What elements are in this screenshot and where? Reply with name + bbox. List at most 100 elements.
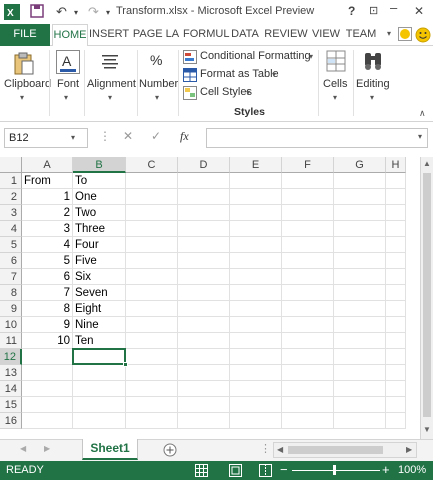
row-header-15[interactable]: 15 [0,397,22,413]
cell-c8[interactable] [126,285,178,301]
row-header-8[interactable]: 8 [0,285,22,301]
cell-c10[interactable] [126,317,178,333]
cell-e3[interactable] [230,205,282,221]
user-account-icon[interactable] [398,27,412,41]
cell-h6[interactable] [386,253,406,269]
editing-group[interactable]: Editing ▾ [355,46,391,122]
cell-c5[interactable] [126,237,178,253]
cell-g6[interactable] [334,253,386,269]
format-as-table-button[interactable]: Format as Table [200,68,279,80]
smiley-feedback-icon[interactable] [415,27,431,43]
row-header-5[interactable]: 5 [0,237,22,253]
tab-view[interactable]: VIEW [311,24,341,46]
cell-e9[interactable] [230,301,282,317]
cell-b11[interactable]: Ten [73,333,126,349]
zoom-level[interactable]: 100% [398,464,426,476]
cell-f3[interactable] [282,205,334,221]
cell-a13[interactable] [22,365,73,381]
ribbon-display-options-icon[interactable]: ⊡ [369,4,378,17]
cell-f14[interactable] [282,381,334,397]
tab-team[interactable]: TEAM [343,24,379,46]
column-header-e[interactable]: E [230,157,282,173]
cell-b4[interactable]: Three [73,221,126,237]
cell-b2[interactable]: One [73,189,126,205]
column-header-b[interactable]: B [73,157,126,173]
undo-dropdown-icon[interactable]: ▾ [74,8,78,17]
fill-handle[interactable] [123,362,128,367]
cell-f10[interactable] [282,317,334,333]
cell-e7[interactable] [230,269,282,285]
column-header-f[interactable]: F [282,157,334,173]
cell-e8[interactable] [230,285,282,301]
cell-g4[interactable] [334,221,386,237]
format-as-table-dropdown-icon[interactable]: ▾ [272,70,276,79]
cell-c15[interactable] [126,397,178,413]
cell-g3[interactable] [334,205,386,221]
cell-e10[interactable] [230,317,282,333]
column-header-a[interactable]: A [22,157,73,173]
number-group[interactable]: % Number ▾ [139,46,178,122]
cell-a14[interactable] [22,381,73,397]
tab-insert[interactable]: INSERT [89,24,129,46]
row-header-11[interactable]: 11 [0,333,22,349]
zoom-out-button[interactable]: − [280,462,288,477]
horizontal-scroll-thumb[interactable] [288,446,383,454]
cell-g14[interactable] [334,381,386,397]
cell-e12[interactable] [230,349,282,365]
row-header-2[interactable]: 2 [0,189,22,205]
cell-a16[interactable] [22,413,73,429]
collapse-ribbon-icon[interactable]: ∧ [419,108,426,119]
cell-g13[interactable] [334,365,386,381]
new-sheet-icon[interactable] [163,443,177,457]
cell-h11[interactable] [386,333,406,349]
cell-f16[interactable] [282,413,334,429]
column-header-d[interactable]: D [178,157,230,173]
cell-b8[interactable]: Seven [73,285,126,301]
cell-d4[interactable] [178,221,230,237]
cell-a11[interactable]: 10 [22,333,73,349]
row-header-12[interactable]: 12 [0,349,22,365]
cell-g1[interactable] [334,173,386,189]
cell-b13[interactable] [73,365,126,381]
cell-c6[interactable] [126,253,178,269]
cell-d8[interactable] [178,285,230,301]
next-sheet-icon[interactable]: ▶ [44,444,50,453]
cell-g11[interactable] [334,333,386,349]
cell-b14[interactable] [73,381,126,397]
redo-icon[interactable]: ↷ [88,4,99,20]
font-group[interactable]: A Font ▾ [51,46,83,122]
expand-formula-bar-icon[interactable]: ▾ [418,132,422,141]
cell-a15[interactable] [22,397,73,413]
cell-f9[interactable] [282,301,334,317]
cell-a8[interactable]: 7 [22,285,73,301]
cell-e1[interactable] [230,173,282,189]
cell-f15[interactable] [282,397,334,413]
row-header-10[interactable]: 10 [0,317,22,333]
cell-a10[interactable]: 9 [22,317,73,333]
help-button[interactable]: ? [348,4,355,18]
row-header-14[interactable]: 14 [0,381,22,397]
row-header-3[interactable]: 3 [0,205,22,221]
cell-b10[interactable]: Nine [73,317,126,333]
cell-c12[interactable] [126,349,178,365]
cell-h4[interactable] [386,221,406,237]
scroll-down-icon[interactable]: ▼ [423,425,431,434]
scroll-left-icon[interactable]: ◀ [277,445,283,454]
select-all-button[interactable] [0,157,22,173]
cell-f13[interactable] [282,365,334,381]
save-icon[interactable] [30,4,44,18]
prev-sheet-icon[interactable]: ◀ [20,444,26,453]
cell-h9[interactable] [386,301,406,317]
cell-g16[interactable] [334,413,386,429]
cell-g12[interactable] [334,349,386,365]
cell-h7[interactable] [386,269,406,285]
cell-a1[interactable]: From [22,173,73,189]
cell-c16[interactable] [126,413,178,429]
cell-a4[interactable]: 3 [22,221,73,237]
cell-f2[interactable] [282,189,334,205]
excel-logo-icon[interactable]: X [4,4,20,20]
cell-h12[interactable] [386,349,406,365]
cell-b15[interactable] [73,397,126,413]
cell-d2[interactable] [178,189,230,205]
cell-b1[interactable]: To [73,173,126,189]
